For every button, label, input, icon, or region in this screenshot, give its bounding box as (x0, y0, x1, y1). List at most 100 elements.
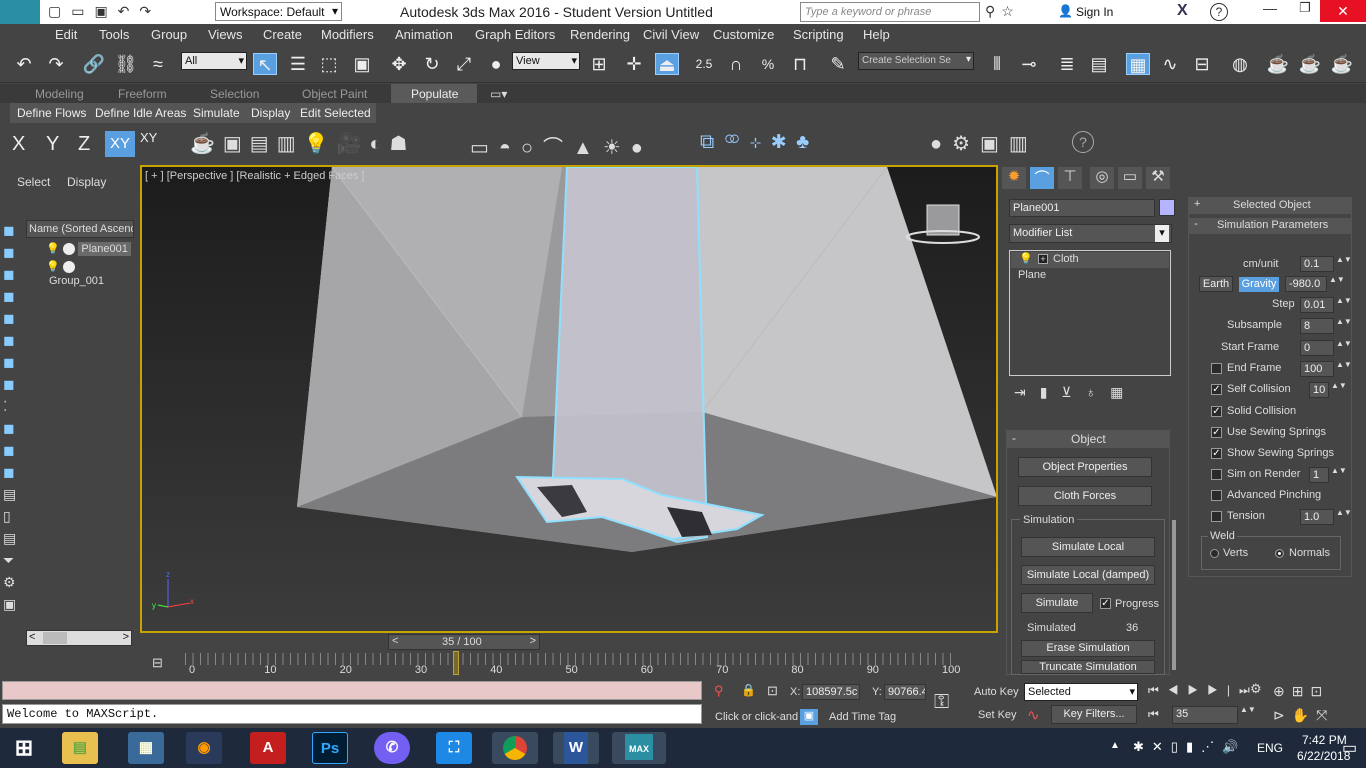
ribbon-toggle-icon[interactable]: ▤ (1087, 53, 1111, 75)
axis-xy-cycle-button[interactable]: XY (140, 130, 168, 145)
filter-lights-icon[interactable]: ◼ (3, 266, 23, 288)
scale-icon[interactable]: ⤢ (452, 53, 476, 75)
isolate-toggle-icon[interactable]: ▣ (800, 709, 818, 725)
maxscript-listener-input[interactable] (2, 681, 702, 700)
time-config-icon[interactable]: ⚙ (1250, 681, 1270, 697)
step-spinner[interactable]: ▲▼ (1336, 296, 1352, 305)
earth-button[interactable]: Earth (1199, 276, 1233, 292)
menu-graph-editors[interactable]: Graph Editors (475, 27, 555, 42)
simulate-ribbon-button[interactable]: Simulate (193, 106, 240, 120)
menu-edit[interactable]: Edit (55, 27, 77, 42)
photos-icon[interactable]: ▦ (128, 732, 164, 764)
tab-display[interactable]: Display (67, 175, 106, 189)
menu-modifiers[interactable]: Modifiers (321, 27, 374, 42)
prev-frame-icon[interactable]: < (392, 635, 398, 647)
scroll-left-icon[interactable]: < (29, 631, 35, 643)
end-frame-field[interactable]: 100 (1300, 361, 1334, 377)
viewport-nav-icons[interactable]: ⊕⊞⊡ (1273, 683, 1329, 700)
solid-collision-checkbox[interactable]: ✓ (1211, 406, 1222, 417)
select-by-name-icon[interactable]: ☰ (286, 53, 310, 75)
user-icon[interactable]: 👤 (1058, 4, 1073, 18)
utilities-tab-icon[interactable]: ⚒ (1146, 167, 1170, 189)
sign-in-link[interactable]: Sign In (1076, 5, 1113, 19)
stack-item-plane[interactable]: Plane (1018, 269, 1046, 281)
maxscript-output[interactable]: Welcome to MAXScript. (2, 704, 702, 724)
show-sewing-springs-checkbox[interactable]: ✓ (1211, 448, 1222, 459)
filter-containers-icon[interactable]: ◼ (3, 420, 23, 442)
menu-create[interactable]: Create (263, 27, 302, 42)
key-filters-button[interactable]: Key Filters... (1051, 705, 1137, 724)
gravity-field[interactable]: -980.0 (1285, 276, 1327, 292)
redo-icon[interactable]: ↷ (44, 53, 68, 75)
help-circle-icon[interactable]: ? (1072, 131, 1094, 153)
lock-icon[interactable]: 🔒 (741, 683, 756, 697)
time-slider[interactable]: < 35 / 100 > (388, 634, 540, 650)
item-group001[interactable]: Group_001 (46, 274, 107, 288)
angle-snap-icon[interactable]: ∩ (724, 53, 748, 75)
render-production-icon[interactable]: ☕ (1330, 53, 1354, 75)
list-item[interactable]: 💡 Group_001 (46, 259, 134, 287)
x-coord-field[interactable]: 108597.5c (802, 684, 860, 700)
scroll-thumb[interactable] (43, 632, 67, 644)
tension-field[interactable]: 1.0 (1300, 509, 1334, 525)
truncate-simulation-button[interactable]: Truncate Simulation (1021, 660, 1155, 674)
auto-key-button[interactable]: Auto Key (974, 686, 1019, 698)
menu-tools[interactable]: Tools (99, 27, 129, 42)
advanced-pinching-checkbox[interactable] (1211, 490, 1222, 501)
rendered-frame-icon[interactable]: ☕ (1298, 53, 1322, 75)
edit-named-selection-icon[interactable]: ✎ (826, 53, 850, 75)
pin-icon[interactable]: ⚲ (714, 683, 724, 699)
filter-options-icon[interactable]: ▣ (3, 596, 23, 618)
create-toolbar-icons[interactable]: ☕▣▤▥💡🎥◐☗ (190, 131, 415, 156)
word-icon[interactable]: W (553, 732, 599, 764)
rect-selection-icon[interactable]: ⬚ (317, 53, 341, 75)
y-coord-field[interactable]: 90766.4 (884, 684, 926, 700)
progress-checkbox[interactable]: ✓ (1100, 598, 1111, 609)
keyboard-shortcut-override-icon[interactable]: ⏏ (655, 53, 679, 75)
viewport-nav-icons-2[interactable]: ⊳✋⤧ (1273, 707, 1334, 724)
ribbon-options-icon[interactable]: ▭▾ (490, 87, 507, 101)
list-item[interactable]: 💡 Plane001 (46, 241, 134, 258)
start-icon[interactable]: ⊞ (6, 732, 42, 764)
reference-coord-dropdown[interactable]: View ▾ (512, 52, 580, 70)
simulate-local-button[interactable]: Simulate Local (1021, 537, 1155, 557)
filter-bones-icon[interactable]: ⁚ (3, 398, 23, 420)
tension-spinner[interactable]: ▲▼ (1336, 508, 1352, 517)
select-manipulate-icon[interactable]: ✛ (622, 53, 646, 75)
filter-funnel-icon[interactable]: ⏷ (3, 552, 23, 574)
move-icon[interactable]: ✥ (387, 53, 411, 75)
simulate-local-damped-button[interactable]: Simulate Local (damped) (1021, 565, 1155, 585)
use-sewing-springs-checkbox[interactable]: ✓ (1211, 427, 1222, 438)
filter-geometry-icon[interactable]: ◼ (3, 222, 23, 244)
tab-populate[interactable]: Populate (391, 84, 477, 103)
menu-animation[interactable]: Animation (395, 27, 453, 42)
viewport-label[interactable]: [ + ] [Perspective ] [Realistic + Edged … (145, 170, 365, 182)
start-frame-field[interactable]: 0 (1300, 340, 1334, 356)
bind-space-warp-icon[interactable]: ≈ (146, 53, 170, 75)
modify-tab-icon[interactable]: ⌒ (1030, 167, 1054, 189)
simulation-parameters-header[interactable]: - Simulation Parameters (1189, 218, 1351, 234)
autocad-icon[interactable]: A (250, 732, 286, 764)
minimize-button[interactable]: — (1255, 0, 1285, 22)
help-icon[interactable]: ? (1210, 3, 1228, 21)
start-frame-spinner[interactable]: ▲▼ (1336, 339, 1352, 348)
rollout-scrollbar[interactable] (1172, 520, 1176, 670)
menu-views[interactable]: Views (208, 27, 242, 42)
end-frame-checkbox[interactable] (1211, 363, 1222, 374)
primitive-icons[interactable]: ▭◓○⌒▲☀● (470, 131, 653, 160)
modifier-icons[interactable]: ⧉⚭⊹✱♣ (700, 131, 819, 154)
simulate-button[interactable]: Simulate (1021, 593, 1093, 613)
tab-freeform[interactable]: Freeform (118, 87, 167, 101)
action-center-icon[interactable]: ▭ (1342, 738, 1357, 758)
rotate-icon[interactable]: ↻ (420, 53, 444, 75)
tension-checkbox[interactable] (1211, 511, 1222, 522)
step-field[interactable]: 0.01 (1300, 297, 1334, 313)
window-crossing-icon[interactable]: ▣ (350, 53, 374, 75)
self-collision-checkbox[interactable]: ✓ (1211, 384, 1222, 395)
axis-x-button[interactable]: X (12, 133, 36, 156)
undo-icon[interactable]: ↶ (12, 53, 36, 75)
erase-simulation-button[interactable]: Erase Simulation (1021, 640, 1155, 657)
tray-expand-icon[interactable]: ▲ (1110, 740, 1120, 751)
current-frame-field[interactable]: 35 (1172, 706, 1238, 724)
frame-spinner[interactable]: ▲▼ (1240, 705, 1256, 714)
